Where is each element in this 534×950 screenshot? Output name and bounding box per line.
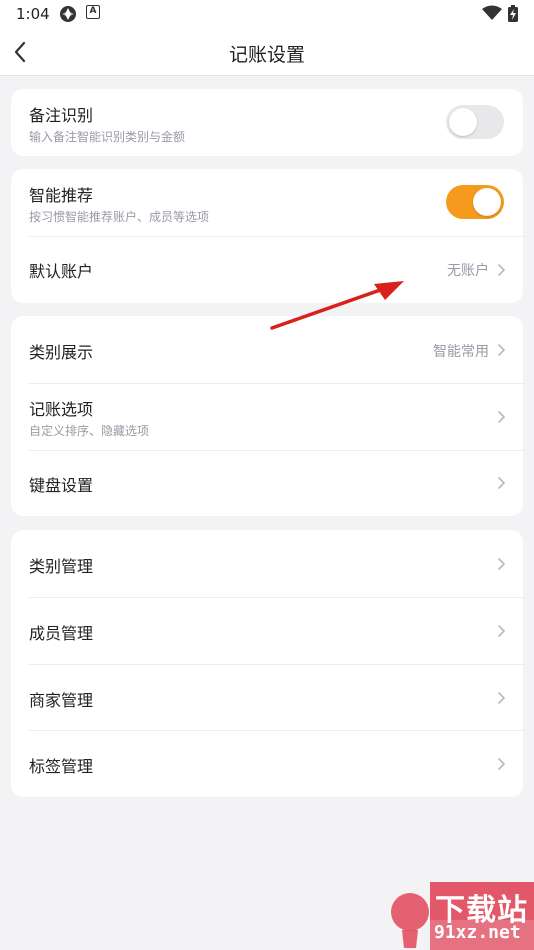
smart-recommend-toggle[interactable] <box>446 185 504 219</box>
status-time: 1:04 <box>16 5 50 23</box>
chevron-right-icon <box>498 758 505 770</box>
category-management-row[interactable]: 类别管理 <box>11 530 523 597</box>
watermark-logo: 下载站 91xz.net <box>388 882 534 950</box>
bookkeeping-options-row[interactable]: 记账选项 自定义排序、隐藏选项 <box>11 383 523 450</box>
member-management-label: 成员管理 <box>29 624 94 643</box>
toggle-knob <box>473 188 501 216</box>
chevron-right-icon <box>498 692 505 704</box>
remark-recognition-toggle[interactable] <box>446 105 504 139</box>
remark-recognition-label: 备注识别 <box>29 106 94 125</box>
card-remark: 备注识别 输入备注智能识别类别与金额 <box>11 89 523 156</box>
chevron-right-icon <box>498 344 505 356</box>
watermark-url: 91xz.net <box>434 922 521 943</box>
bookkeeping-options-label: 记账选项 <box>29 400 94 419</box>
category-display-label: 类别展示 <box>29 343 94 362</box>
smart-recommend-row[interactable]: 智能推荐 按习惯智能推荐账户、成员等选项 <box>11 169 523 236</box>
default-account-row[interactable]: 默认账户 无账户 <box>11 236 523 303</box>
category-management-label: 类别管理 <box>29 557 94 576</box>
card-management: 类别管理 成员管理 商家管理 标签管理 <box>11 530 523 797</box>
tag-management-row[interactable]: 标签管理 <box>11 730 523 797</box>
wifi-icon <box>482 5 502 20</box>
app-badge-icon: A <box>86 5 100 19</box>
chevron-right-icon <box>498 625 505 637</box>
card-display-options: 类别展示 智能常用 记账选项 自定义排序、隐藏选项 键盘设置 <box>11 316 523 516</box>
header-bar: 记账设置 <box>0 28 534 76</box>
annotation-arrow-icon <box>270 281 404 330</box>
chevron-right-icon <box>498 477 505 489</box>
toggle-knob <box>449 108 477 136</box>
card-recommend: 智能推荐 按习惯智能推荐账户、成员等选项 默认账户 无账户 <box>11 169 523 303</box>
merchant-management-label: 商家管理 <box>29 691 94 710</box>
keyboard-settings-row[interactable]: 键盘设置 <box>11 450 523 516</box>
page-title: 记账设置 <box>228 44 305 66</box>
battery-charging-icon <box>508 5 518 22</box>
chevron-right-icon <box>498 264 505 276</box>
tag-management-label: 标签管理 <box>29 757 94 776</box>
smart-recommend-subtitle: 按习惯智能推荐账户、成员等选项 <box>29 210 210 224</box>
default-account-value: 无账户 <box>447 263 489 279</box>
status-bar: 1:04 A <box>0 0 534 28</box>
member-management-row[interactable]: 成员管理 <box>11 597 523 664</box>
location-share-icon <box>60 6 76 22</box>
category-display-value: 智能常用 <box>433 344 489 360</box>
chevron-right-icon <box>498 558 505 570</box>
chevron-right-icon <box>498 411 505 423</box>
remark-recognition-row[interactable]: 备注识别 输入备注智能识别类别与金额 <box>11 89 523 156</box>
merchant-management-row[interactable]: 商家管理 <box>11 664 523 730</box>
remark-recognition-subtitle: 输入备注智能识别类别与金额 <box>29 130 186 144</box>
keyboard-settings-label: 键盘设置 <box>29 476 94 495</box>
bookkeeping-options-subtitle: 自定义排序、隐藏选项 <box>29 424 150 438</box>
category-display-row[interactable]: 类别展示 智能常用 <box>11 316 523 383</box>
default-account-label: 默认账户 <box>29 262 94 281</box>
smart-recommend-label: 智能推荐 <box>29 186 94 205</box>
